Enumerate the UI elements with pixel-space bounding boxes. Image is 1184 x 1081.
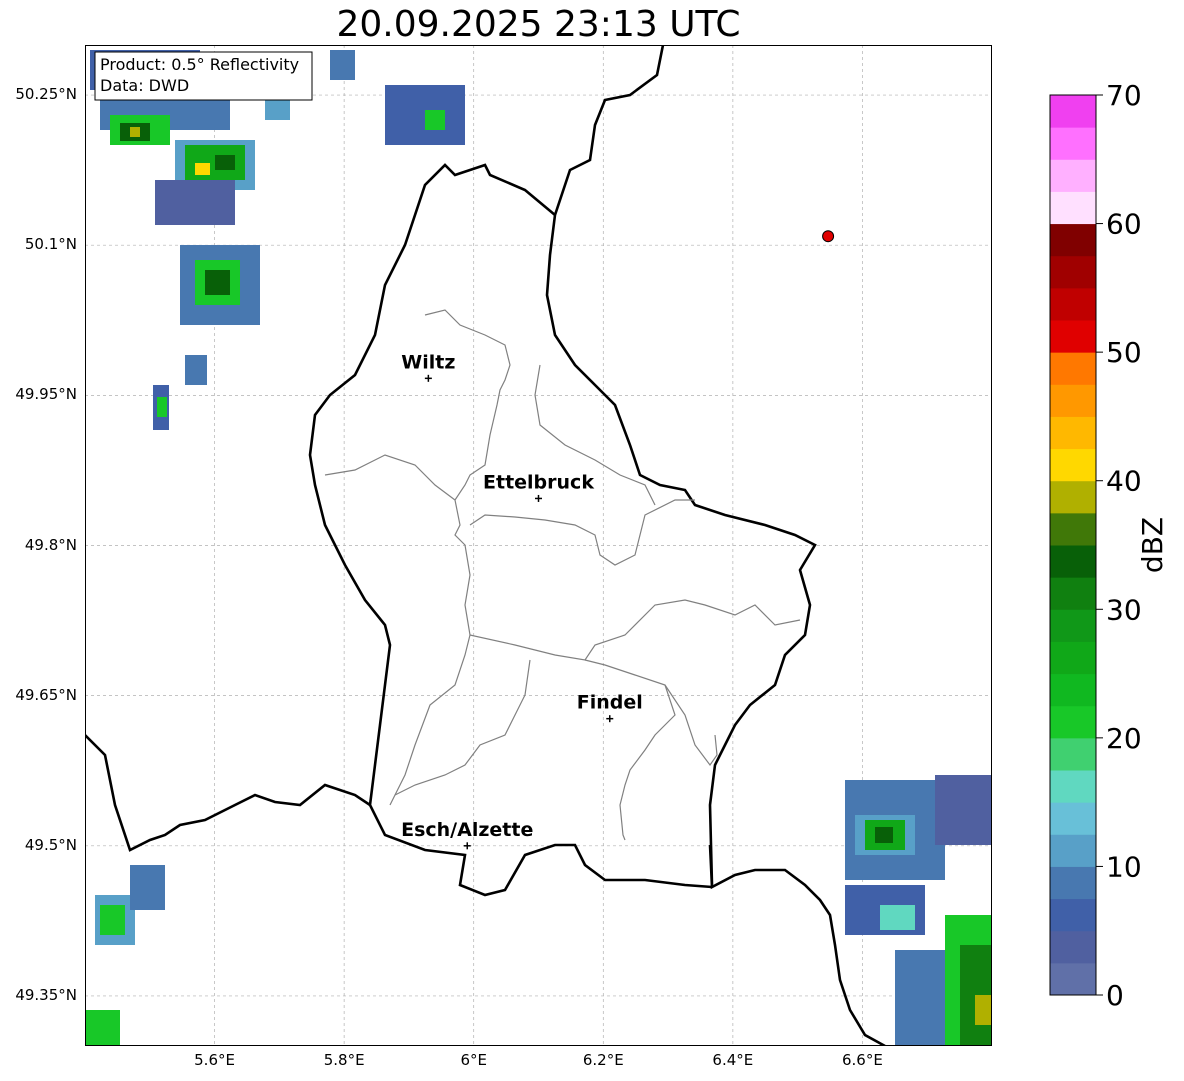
colorbar-tick-label: 40 [1106,465,1142,498]
colorbar-cell [1050,191,1096,225]
colorbar-cell [1050,962,1096,996]
city-label: Findel [577,692,643,714]
colorbar-tick-label: 10 [1106,850,1142,883]
city-label: Wiltz [401,351,455,373]
colorbar-cell [1050,287,1096,321]
colorbar-cell [1050,802,1096,835]
colorbar-cell [1050,705,1096,739]
lat-tick-label: 49.95°N [15,385,77,404]
colorbar-tick-label: 70 [1106,80,1142,112]
map-title: 20.09.2025 23:13 UTC [336,4,741,45]
colorbar-cell [1050,384,1096,417]
colorbar-cell [1050,352,1096,385]
lat-tick-label: 50.25°N [15,85,77,104]
colorbar-cells [1050,95,1096,996]
lat-tick-label: 49.35°N [15,985,77,1004]
lon-tick-label: 6.4°E [712,1051,754,1069]
colorbar-tick-label: 20 [1106,722,1142,755]
colorbar-label: dBZ [1136,517,1169,573]
colorbar-cell [1050,255,1096,289]
colorbar-cell [1050,641,1096,675]
info-source: Data: DWD [100,76,189,95]
colorbar-cell [1050,898,1096,932]
info-product: Product: 0.5° Reflectivity [100,55,299,74]
colorbar-cell [1050,448,1096,482]
lat-tick-label: 49.8°N [24,535,77,554]
colorbar-tick-label: 60 [1106,208,1142,241]
radar-site-dot[interactable] [822,230,835,243]
colorbar-cell [1050,480,1096,514]
city-label: Esch/Alzette [401,819,533,841]
colorbar-cell [1050,545,1096,578]
colorbar-cell [1050,320,1096,353]
colorbar-cell [1050,834,1096,867]
colorbar-cell [1050,223,1096,257]
lat-tick-label: 50.1°N [24,235,77,254]
colorbar-cell [1050,866,1096,900]
colorbar-cell [1050,577,1096,610]
colorbar-cell [1050,416,1096,450]
lon-tick-label: 5.8°E [323,1051,365,1069]
colorbar: 0 10 20 30 40 50 60 70 dBZ [1049,80,1169,1010]
lon-tick-label: 6°E [460,1051,487,1069]
lon-tick-label: 6.2°E [582,1051,624,1069]
colorbar-cell [1050,930,1096,964]
city-label: Ettelbruck [483,471,594,493]
colorbar-cell [1050,770,1096,803]
colorbar-cell [1050,673,1096,707]
colorbar-ticks: 0 10 20 30 40 50 60 70 [1096,80,1142,1010]
colorbar-cell [1050,159,1096,192]
lon-tick-label: 5.6°E [194,1051,235,1069]
colorbar-cell [1050,512,1096,546]
info-box: Product: 0.5° Reflectivity Data: DWD [94,51,313,101]
colorbar-cell [1050,737,1096,771]
colorbar-cell [1050,609,1096,642]
lon-tick-label: 6.6°E [842,1051,883,1069]
lat-tick-label: 49.5°N [24,835,77,854]
lat-tick-label: 49.65°N [15,685,77,704]
colorbar-cell [1050,95,1096,128]
colorbar-tick-label: 50 [1106,336,1142,369]
radar-site-marker[interactable] [822,230,835,243]
colorbar-tick-label: 0 [1106,979,1124,1010]
colorbar-tick-label: 30 [1106,593,1142,626]
radar-map[interactable]: Wiltz Ettelbruck Findel Esch/Alzette Produc… [85,45,992,1046]
colorbar-cell [1050,127,1096,160]
